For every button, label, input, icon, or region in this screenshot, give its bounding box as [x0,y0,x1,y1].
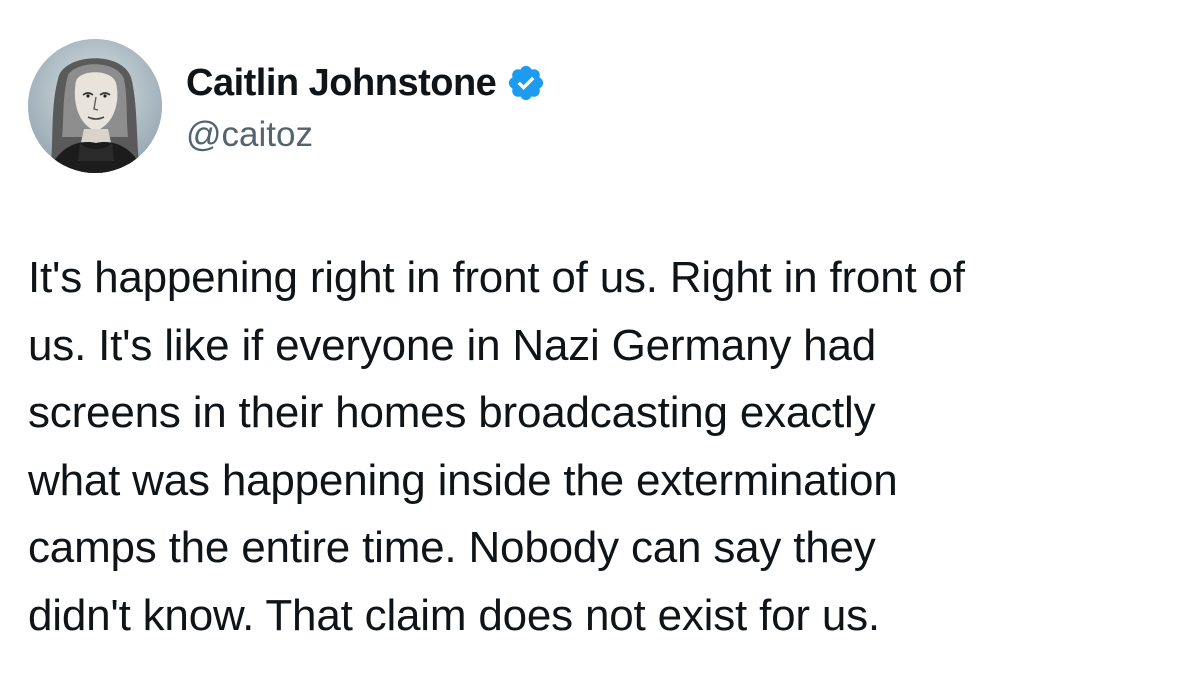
tweet-card: Caitlin Johnstone @caitoz It's happening… [0,0,1179,700]
tweet-text-line: screens in their homes broadcasting exac… [28,388,876,437]
tweet-text-line: us. It's like if everyone in Nazi German… [28,320,876,370]
tweet-text-line: didn't know. That claim does not exist f… [28,590,880,640]
verified-badge-icon[interactable] [506,63,546,103]
name-row: Caitlin Johnstone [186,57,546,109]
tweet-text-line: It's happening right in front of us. Rig… [28,253,965,302]
tweet-header: Caitlin Johnstone @caitoz [28,36,546,176]
author-identity: Caitlin Johnstone @caitoz [186,57,546,155]
tweet-text-line: what was happening inside the exterminat… [28,455,898,505]
display-name[interactable]: Caitlin Johnstone [186,62,497,105]
tweet-text-line: camps the entire time. Nobody can say th… [28,523,876,572]
avatar[interactable] [28,39,162,173]
tweet-text: It's happening right in front of us. Rig… [28,244,1158,649]
user-handle[interactable]: @caitoz [186,115,546,155]
avatar-portrait-image [28,39,162,173]
